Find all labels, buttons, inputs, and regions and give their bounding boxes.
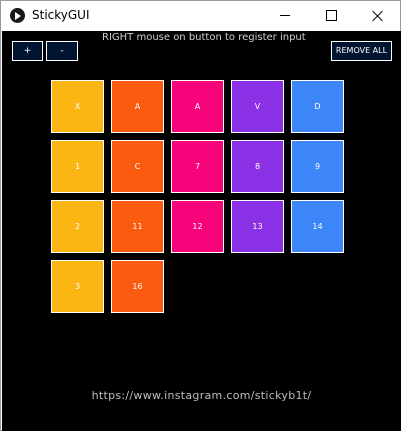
sticky-button-7[interactable]: 7 (171, 140, 224, 193)
maximize-button[interactable] (308, 1, 354, 30)
minimize-button[interactable] (262, 1, 308, 30)
sticky-button-12[interactable]: 12 (171, 200, 224, 253)
add-button[interactable]: + (12, 41, 43, 61)
sticky-button-v[interactable]: V (231, 80, 284, 133)
sticky-button-11[interactable]: 11 (111, 200, 164, 253)
remove-all-button[interactable]: REMOVE ALL (331, 41, 392, 61)
sticky-button-1[interactable]: 1 (51, 140, 104, 193)
maximize-icon (325, 10, 337, 21)
sticky-button-16[interactable]: 16 (111, 260, 164, 313)
app-window: StickyGUI + - RIGHT mouse on button to r… (0, 0, 401, 431)
sticky-button-14[interactable]: 14 (291, 200, 344, 253)
play-icon (10, 8, 25, 23)
main-canvas: + - RIGHT mouse on button to register in… (2, 31, 401, 431)
sticky-button-x[interactable]: X (51, 80, 104, 133)
sticky-button-2[interactable]: 2 (51, 200, 104, 253)
sticky-button-a-2[interactable]: A (171, 80, 224, 133)
sticky-button-3[interactable]: 3 (51, 260, 104, 313)
instagram-link[interactable]: https://www.instagram.com/stickyb1t/ (2, 389, 401, 402)
sticky-button-d[interactable]: D (291, 80, 344, 133)
close-icon (371, 10, 383, 22)
window-title: StickyGUI (32, 8, 90, 22)
close-button[interactable] (354, 1, 400, 30)
sticky-button-13[interactable]: 13 (231, 200, 284, 253)
remove-button[interactable]: - (46, 41, 78, 61)
sticky-button-c[interactable]: C (111, 140, 164, 193)
title-bar[interactable]: StickyGUI (1, 1, 400, 30)
sticky-button-a-1[interactable]: A (111, 80, 164, 133)
sticky-button-8[interactable]: 8 (231, 140, 284, 193)
sticky-button-9[interactable]: 9 (291, 140, 344, 193)
instruction-text: RIGHT mouse on button to register input (102, 32, 306, 43)
minimize-icon (280, 15, 290, 16)
